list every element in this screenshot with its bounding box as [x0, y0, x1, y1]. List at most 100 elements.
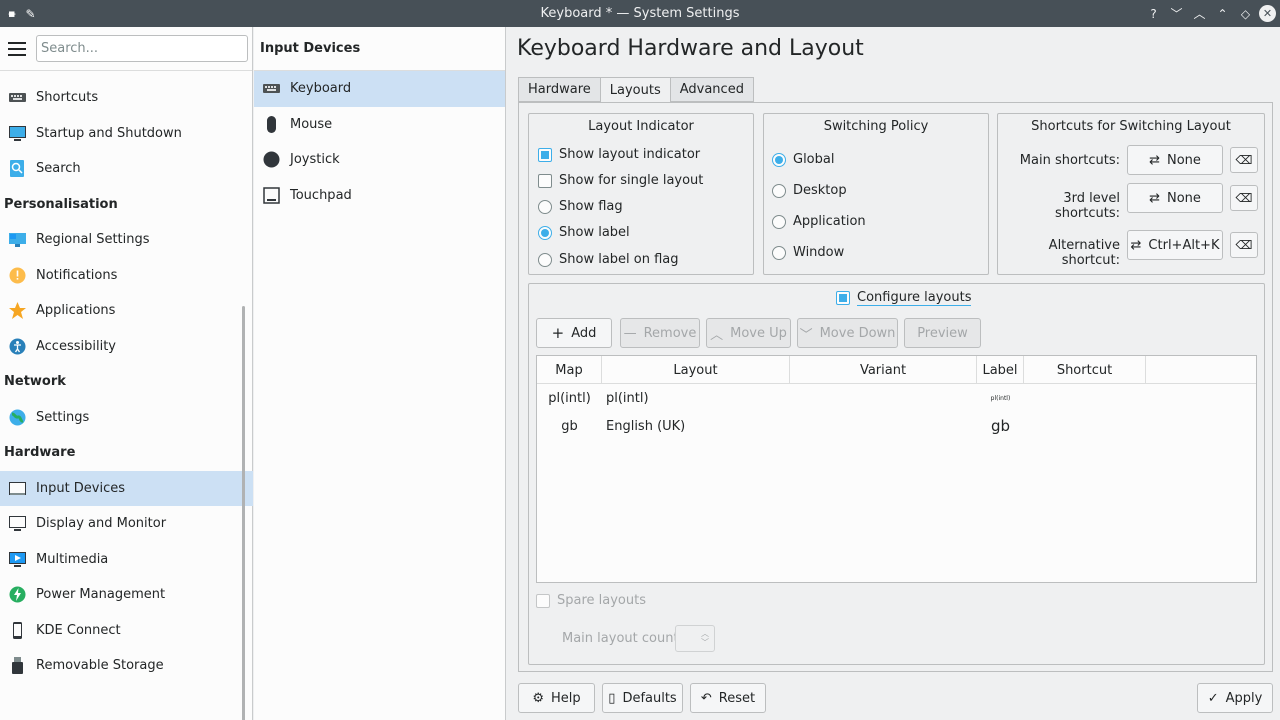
alternative-shortcut-button[interactable]: ⇄ Ctrl+Alt+K	[1127, 230, 1223, 260]
radio-button[interactable]	[772, 152, 786, 167]
subcategory-item-joystick[interactable]: Joystick	[254, 142, 505, 178]
configure-layouts-checkbox[interactable]: Configure layouts	[836, 290, 972, 306]
column-header-layout[interactable]: Layout	[602, 356, 790, 384]
sidebar-item-notifications[interactable]: Notifications	[0, 258, 253, 294]
sidebar-item-startup-and-shutdown[interactable]: Startup and Shutdown	[0, 116, 253, 152]
show-flag-radio[interactable]: Show flag	[538, 199, 623, 214]
group-title: Switching Policy	[823, 119, 929, 134]
column-header-label[interactable]: Label	[977, 356, 1024, 384]
move-down-button[interactable]: ﹀ Move Down	[797, 318, 898, 348]
policy-desktop-radio[interactable]: Desktop	[772, 183, 847, 198]
add-layout-button[interactable]: + Add	[536, 318, 612, 348]
clear-main-shortcut-button[interactable]: ⌫	[1230, 147, 1258, 173]
pin-icon[interactable]: ✎	[25, 7, 35, 21]
checkbox-box[interactable]	[536, 593, 550, 608]
backspace-icon: ⌫	[1235, 238, 1253, 252]
flag-icon	[9, 233, 26, 248]
sidebar-item-search[interactable]: Search	[0, 151, 253, 187]
show-for-single-layout-checkbox[interactable]: Show for single layout	[538, 173, 703, 188]
checkbox-box[interactable]	[538, 147, 552, 162]
column-header-shortcut[interactable]: Shortcut	[1024, 356, 1146, 384]
main-layout-count-spinbox[interactable]: ︿ ﹀	[675, 625, 715, 652]
power-icon	[9, 586, 26, 603]
show-label-radio[interactable]: Show label	[538, 225, 630, 240]
subcategory-item-mouse[interactable]: Mouse	[254, 107, 505, 143]
table-row[interactable]: gb English (UK) gb	[537, 412, 1256, 440]
help-icon[interactable]: ?	[1144, 4, 1163, 23]
sidebar-item-regional-settings[interactable]: Regional Settings	[0, 222, 253, 258]
radio-button[interactable]	[538, 199, 552, 214]
spin-arrows-icon: ︿ ﹀	[701, 629, 709, 647]
apply-button[interactable]: ✓ Apply	[1197, 683, 1273, 713]
alternative-shortcut-label: Alternative shortcut:	[1048, 238, 1120, 268]
radio-label: Window	[793, 245, 845, 260]
show-label-on-flag-radio[interactable]: Show label on flag	[538, 252, 679, 267]
defaults-button[interactable]: ▯ Defaults	[602, 683, 683, 713]
main-shortcuts-button[interactable]: ⇄ None	[1127, 145, 1223, 175]
sidebar-item-input-devices[interactable]: Input Devices	[0, 470, 253, 506]
button-label: Apply	[1225, 690, 1263, 706]
radio-button[interactable]	[772, 245, 786, 260]
cell-layout: English (UK)	[606, 418, 686, 434]
third-level-shortcuts-button[interactable]: ⇄ None	[1127, 183, 1223, 213]
search-icon	[10, 160, 24, 178]
shortcut-config-icon: ⇄	[1130, 237, 1142, 253]
policy-window-radio[interactable]: Window	[772, 245, 844, 260]
configure-layouts-group: Configure layouts + Add — Remove ︿ Move …	[528, 283, 1265, 665]
keep-above-icon[interactable]: ⌃	[1213, 4, 1232, 23]
tab-layouts[interactable]: Layouts	[599, 77, 671, 103]
app-icon[interactable]: ▪̶	[8, 7, 15, 20]
section-personalisation: Personalisation	[4, 196, 118, 212]
table-row[interactable]: pl(intl) pl(intl) pl(intl)	[537, 384, 1256, 412]
sidebar-item-kde-connect[interactable]: KDE Connect	[0, 613, 253, 649]
policy-global-radio[interactable]: Global	[772, 152, 834, 167]
minimize-icon[interactable]: ﹀	[1167, 4, 1186, 23]
shade-icon[interactable]: ◇	[1236, 4, 1255, 23]
subcategory-label: Joystick	[290, 152, 340, 168]
button-label: Preview	[917, 325, 968, 341]
clear-alternative-shortcut-button[interactable]: ⌫	[1230, 232, 1258, 258]
radio-button[interactable]	[772, 183, 786, 198]
column-header-map[interactable]: Map	[537, 356, 602, 384]
sidebar-item-shortcuts[interactable]: Shortcuts	[0, 80, 253, 116]
sidebar-item-settings[interactable]: Settings	[0, 400, 253, 436]
chevron-down-icon: ﹀	[799, 327, 813, 343]
backspace-icon: ⌫	[1235, 153, 1253, 167]
window-title: Keyboard * — System Settings	[540, 6, 740, 21]
close-icon[interactable]: ✕	[1259, 5, 1276, 22]
help-button[interactable]: ⚙ Help	[518, 683, 595, 713]
radio-button[interactable]	[772, 214, 786, 229]
radio-button[interactable]	[538, 225, 552, 240]
shortcuts-group: Shortcuts for Switching Layout Main shor…	[997, 113, 1265, 275]
checkbox-box[interactable]	[538, 173, 552, 188]
clear-third-level-shortcut-button[interactable]: ⌫	[1230, 185, 1258, 211]
column-header-variant[interactable]: Variant	[790, 356, 977, 384]
monitor-icon	[9, 125, 26, 141]
sidebar-item-display-and-monitor[interactable]: Display and Monitor	[0, 506, 253, 542]
button-label: Move Up	[730, 325, 787, 341]
sidebar-item-label: Input Devices	[36, 480, 126, 496]
search-input[interactable]: Search...	[36, 35, 248, 62]
sidebar-item-multimedia[interactable]: Multimedia	[0, 542, 253, 578]
radio-button[interactable]	[538, 252, 552, 267]
tab-advanced[interactable]: Advanced	[669, 77, 754, 102]
spare-layouts-checkbox[interactable]: Spare layouts	[536, 593, 646, 608]
tab-hardware[interactable]: Hardware	[518, 77, 601, 102]
subcategory-item-keyboard[interactable]: Keyboard	[254, 71, 505, 107]
remove-layout-button[interactable]: — Remove	[620, 318, 700, 348]
hamburger-menu-icon[interactable]	[8, 41, 26, 56]
maximize-icon[interactable]: ︿	[1190, 4, 1209, 23]
sidebar-scrollbar[interactable]	[242, 306, 245, 720]
sidebar-item-accessibility[interactable]: Accessibility	[0, 329, 253, 365]
sidebar-item-applications[interactable]: Applications	[0, 293, 253, 329]
preview-button[interactable]: Preview	[904, 318, 981, 348]
checkbox-box[interactable]	[836, 291, 850, 305]
show-layout-indicator-checkbox[interactable]: Show layout indicator	[538, 147, 700, 162]
policy-application-radio[interactable]: Application	[772, 214, 866, 229]
move-up-button[interactable]: ︿ Move Up	[706, 318, 791, 348]
subcategory-item-touchpad[interactable]: Touchpad	[254, 178, 505, 214]
group-title: Shortcuts for Switching Layout	[1031, 119, 1231, 134]
sidebar-item-power-management[interactable]: Power Management	[0, 577, 253, 613]
sidebar-item-removable-storage[interactable]: Removable Storage	[0, 648, 253, 684]
reset-button[interactable]: ↶ Reset	[690, 683, 766, 713]
